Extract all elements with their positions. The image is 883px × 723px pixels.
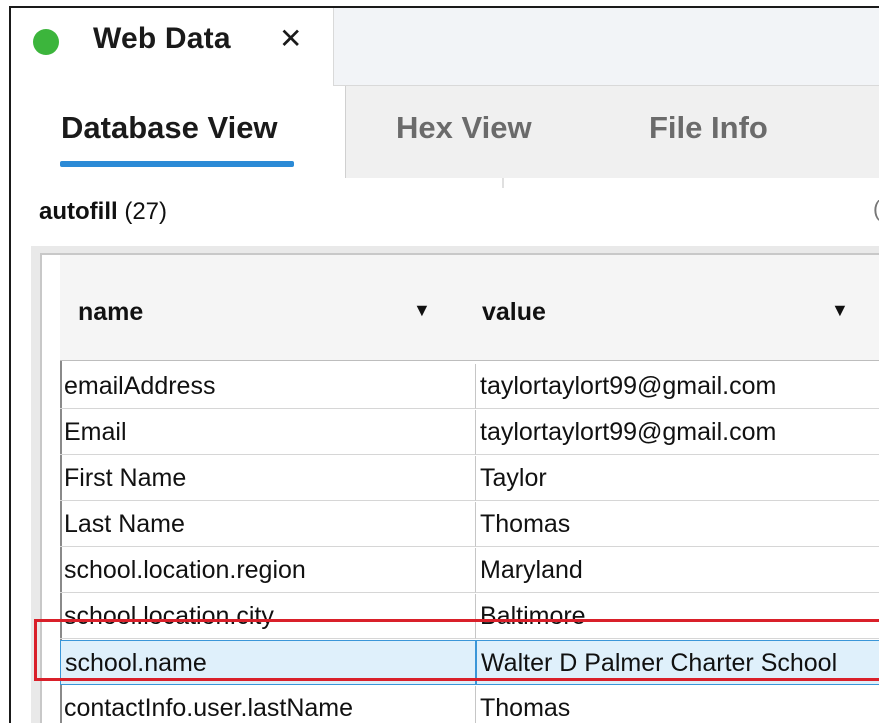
column-header-value-label: value xyxy=(482,298,546,326)
tab-file-info-label: File Info xyxy=(649,110,768,145)
toolbar-divider xyxy=(502,178,504,188)
tab-file-info[interactable]: File Info xyxy=(649,86,809,178)
data-grid: name ▼ value ▼ emailAddress taylortaylort… xyxy=(40,253,879,723)
cell-name[interactable]: First Name xyxy=(60,456,476,501)
cell-value[interactable]: Walter D Palmer Charter School xyxy=(476,640,879,685)
cell-value[interactable]: taylortaylort99@gmail.com xyxy=(476,364,879,409)
table-row-count: (27) xyxy=(124,198,168,225)
app-window: Web Data ✕ Database View Hex View File I… xyxy=(9,6,879,723)
tab-hex-view-label: Hex View xyxy=(396,110,532,145)
cell-name[interactable]: contactInfo.user.lastName xyxy=(60,686,476,723)
close-icon[interactable]: ✕ xyxy=(279,22,302,56)
tab-database-view[interactable]: Database View xyxy=(11,86,346,178)
cell-value[interactable]: taylortaylort99@gmail.com xyxy=(476,410,879,455)
cell-value[interactable]: Baltimore xyxy=(476,594,879,639)
status-dot-icon xyxy=(33,29,59,55)
cell-name[interactable]: Email xyxy=(60,410,476,455)
cell-name[interactable]: school.name xyxy=(60,640,476,685)
tab-database-view-label: Database View xyxy=(61,110,278,145)
file-tab-web-data[interactable]: Web Data ✕ xyxy=(11,8,334,86)
file-tab-title: Web Data xyxy=(93,22,231,55)
table-title: autofill (27) xyxy=(39,198,167,226)
table-name: autofill xyxy=(39,198,118,225)
column-header-name-label: name xyxy=(78,298,144,326)
cell-name[interactable]: school.location.city xyxy=(60,594,476,639)
active-tab-indicator xyxy=(60,161,294,167)
cell-value[interactable]: Thomas xyxy=(476,686,879,723)
caret-down-icon[interactable]: ▼ xyxy=(413,300,431,321)
column-header-name[interactable]: name ▼ xyxy=(60,255,477,361)
cell-name[interactable]: Last Name xyxy=(60,502,476,547)
cell-name[interactable]: school.location.region xyxy=(60,548,476,593)
view-tabs: Database View Hex View File Info xyxy=(11,86,879,178)
file-tab-bar: Web Data ✕ xyxy=(11,8,879,86)
caret-down-icon[interactable]: ▼ xyxy=(831,300,849,321)
column-header-value[interactable]: value ▼ xyxy=(476,255,879,361)
cell-value[interactable]: Maryland xyxy=(476,548,879,593)
row-gutter xyxy=(42,361,62,723)
cell-value[interactable]: Taylor xyxy=(476,456,879,501)
tab-hex-view[interactable]: Hex View xyxy=(396,86,556,178)
cell-value[interactable]: Thomas xyxy=(476,502,879,547)
cell-name[interactable]: emailAddress xyxy=(60,364,476,409)
toolbar-edge-icon[interactable]: ( xyxy=(873,196,879,222)
